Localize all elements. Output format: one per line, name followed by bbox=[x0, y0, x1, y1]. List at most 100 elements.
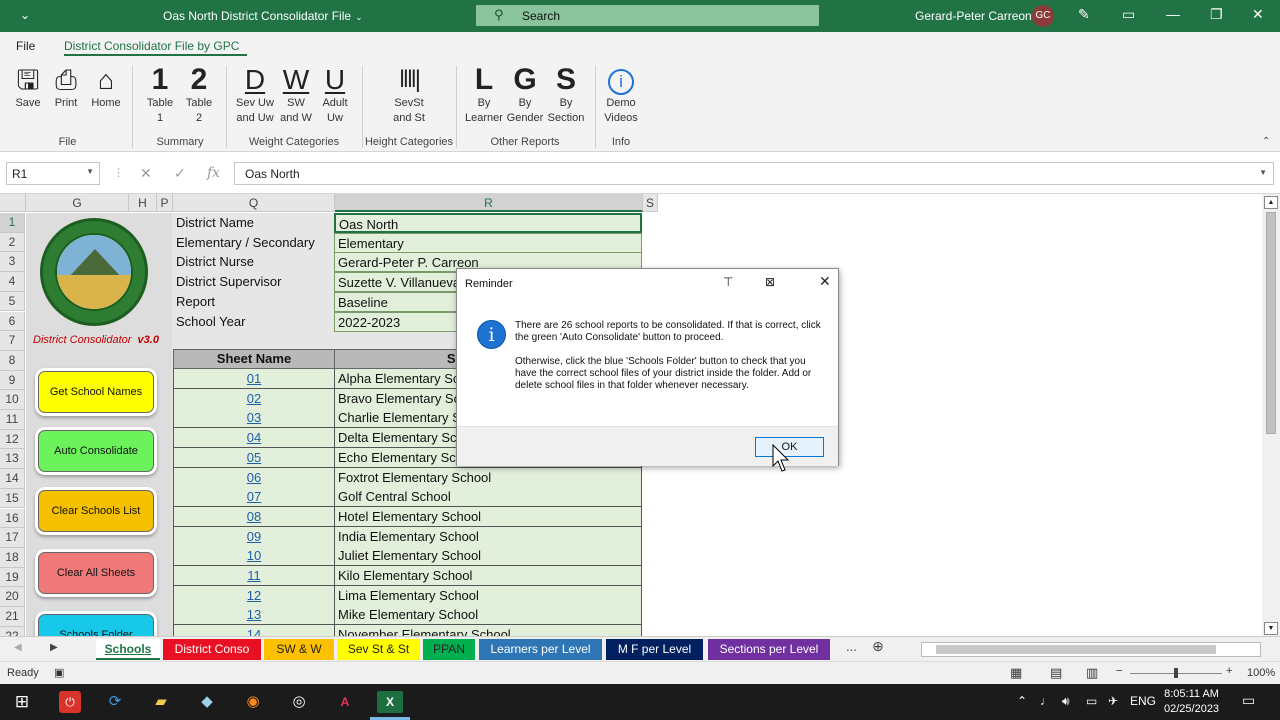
row-header[interactable]: 7 bbox=[0, 331, 25, 351]
row-header[interactable]: 1 bbox=[0, 213, 25, 233]
row-header[interactable]: 16 bbox=[0, 508, 25, 529]
sheet-tab[interactable]: M F per Level bbox=[606, 639, 703, 660]
panel-button[interactable]: Clear All Sheets bbox=[38, 552, 154, 594]
next-sheet-icon[interactable]: ▶ bbox=[50, 642, 58, 653]
more-sheets[interactable]: ... bbox=[846, 639, 857, 654]
row-header[interactable]: 15 bbox=[0, 488, 25, 509]
pin-icon[interactable]: ⊤ bbox=[723, 275, 733, 289]
minimize-icon[interactable]: — bbox=[1166, 6, 1180, 22]
row-header[interactable]: 11 bbox=[0, 410, 25, 430]
sheet-link[interactable]: 02 bbox=[173, 388, 335, 409]
enter-icon[interactable]: ✓ bbox=[174, 165, 186, 182]
sheet-tab[interactable]: PPAN bbox=[423, 639, 475, 660]
sevst-st-button[interactable]: ‖‖| SevSt and St bbox=[386, 64, 432, 126]
home-button[interactable]: ⌂ Home bbox=[87, 64, 125, 111]
row-header[interactable]: 19 bbox=[0, 567, 25, 588]
sheet-tab[interactable]: District Conso bbox=[163, 639, 261, 660]
row-header[interactable]: 22 bbox=[0, 626, 25, 636]
sheet-link[interactable]: 01 bbox=[173, 369, 335, 389]
quick-access-chevron-icon[interactable]: ⌄ bbox=[20, 8, 30, 22]
clock[interactable]: 8:05:11 AM 02/25/2023 bbox=[1164, 687, 1219, 717]
sheet-link[interactable]: 03 bbox=[173, 408, 335, 429]
page-break-icon[interactable]: ▥ bbox=[1086, 665, 1098, 681]
zoom-level[interactable]: 100% bbox=[1247, 667, 1275, 679]
zoom-out-icon[interactable]: − bbox=[1116, 665, 1122, 677]
school-name-cell[interactable]: Lima Elementary School bbox=[334, 585, 642, 606]
avatar[interactable]: GC bbox=[1032, 5, 1054, 27]
notes-icon[interactable]: ◆ bbox=[196, 691, 218, 713]
notifications-icon[interactable]: ▭ bbox=[1242, 692, 1255, 709]
row-header[interactable]: 18 bbox=[0, 547, 25, 568]
by-section-button[interactable]: S By Section bbox=[545, 64, 587, 126]
by-learner-button[interactable]: L By Learner bbox=[464, 64, 504, 126]
panel-button[interactable]: Clear Schools List bbox=[38, 490, 154, 532]
column-header[interactable]: P bbox=[157, 194, 173, 212]
info-value[interactable]: Elementary bbox=[334, 232, 642, 253]
row-header[interactable]: 13 bbox=[0, 449, 25, 470]
sheet-tab[interactable]: Learners per Level bbox=[479, 639, 602, 660]
row-header[interactable]: 17 bbox=[0, 528, 25, 548]
tray-expand-icon[interactable]: ⌃ bbox=[1017, 694, 1027, 708]
scroll-thumb[interactable] bbox=[1266, 212, 1276, 434]
add-sheet-icon[interactable]: ⊕ bbox=[872, 638, 884, 655]
row-header[interactable]: 9 bbox=[0, 370, 25, 391]
school-name-cell[interactable]: Kilo Elementary School bbox=[334, 566, 642, 586]
zoom-in-icon[interactable]: + bbox=[1226, 665, 1232, 677]
table-1-button[interactable]: 1 Table 1 bbox=[141, 64, 179, 126]
language-indicator[interactable]: ENG bbox=[1130, 694, 1156, 708]
pen-icon[interactable]: ✎ bbox=[1078, 6, 1090, 23]
ribbon-display-icon[interactable]: ▭ bbox=[1122, 6, 1135, 23]
demo-videos-button[interactable]: i Demo Videos bbox=[601, 64, 641, 126]
sheet-link[interactable]: 07 bbox=[173, 487, 335, 508]
sev-uw-button[interactable]: D Sev Uw and Uw bbox=[233, 64, 277, 126]
row-header[interactable]: 12 bbox=[0, 429, 25, 450]
sheet-tab[interactable]: Schools bbox=[96, 639, 160, 660]
table-2-button[interactable]: 2 Table 2 bbox=[180, 64, 218, 126]
formula-input[interactable]: Oas North ▼ bbox=[234, 162, 1274, 185]
sheet-tab[interactable]: SW & W bbox=[264, 639, 334, 660]
microphone-icon[interactable]: ♩ bbox=[1040, 694, 1052, 708]
zoom-slider-thumb[interactable] bbox=[1174, 668, 1178, 678]
prev-sheet-icon[interactable]: ◀ bbox=[14, 642, 22, 653]
school-name-cell[interactable]: India Elementary School bbox=[334, 526, 642, 547]
sheet-link[interactable]: 08 bbox=[173, 506, 335, 527]
restore-icon[interactable]: ❐ bbox=[1210, 6, 1223, 23]
row-header[interactable]: 14 bbox=[0, 469, 25, 489]
battery-icon[interactable]: ▭ bbox=[1086, 694, 1097, 708]
column-header[interactable]: G bbox=[26, 194, 129, 212]
sheet-link[interactable]: 10 bbox=[173, 546, 335, 567]
normal-view-icon[interactable]: ▦ bbox=[1010, 665, 1022, 681]
windows-start-icon[interactable]: ⊞ bbox=[11, 691, 33, 713]
panel-button[interactable]: Get School Names bbox=[38, 371, 154, 413]
name-box[interactable]: R1 ▼ bbox=[6, 162, 100, 185]
firefox-icon[interactable]: ◉ bbox=[242, 691, 264, 713]
search-box[interactable]: ⚲ Search bbox=[476, 5, 819, 26]
horizontal-scrollbar[interactable] bbox=[921, 642, 1261, 657]
sync-icon[interactable]: ⟳ bbox=[104, 691, 126, 713]
row-header[interactable]: 3 bbox=[0, 252, 25, 273]
column-header[interactable]: R bbox=[335, 194, 643, 212]
close-icon[interactable]: ✕ bbox=[819, 273, 831, 290]
tab-district-consolidator[interactable]: District Consolidator File by GPC bbox=[64, 39, 239, 53]
obs-icon[interactable]: ◎ bbox=[288, 691, 310, 713]
wifi-icon[interactable]: ✈ bbox=[1108, 694, 1118, 708]
vertical-scrollbar[interactable]: ▲ ▼ bbox=[1262, 194, 1280, 636]
column-header[interactable]: Q bbox=[173, 194, 335, 212]
school-name-cell[interactable]: Hotel Elementary School bbox=[334, 506, 642, 527]
row-header[interactable]: 5 bbox=[0, 291, 25, 312]
info-value[interactable]: Oas North bbox=[334, 213, 642, 233]
select-all-corner[interactable] bbox=[0, 194, 26, 212]
row-header[interactable]: 4 bbox=[0, 272, 25, 292]
sheet-link[interactable]: 12 bbox=[173, 585, 335, 606]
scroll-down-icon[interactable]: ▼ bbox=[1264, 622, 1278, 635]
panel-button[interactable]: Schools Folder bbox=[38, 614, 154, 636]
insert-function-icon[interactable]: fx bbox=[207, 165, 220, 181]
column-header[interactable]: S bbox=[643, 194, 658, 212]
sheet-link[interactable]: 05 bbox=[173, 447, 335, 468]
cancel-icon[interactable]: ✕ bbox=[140, 165, 152, 182]
school-name-cell[interactable]: Foxtrot Elementary School bbox=[334, 467, 642, 488]
print-button[interactable]: ⎙ Print bbox=[48, 64, 84, 111]
sheet-link[interactable]: 13 bbox=[173, 605, 335, 626]
school-name-cell[interactable]: Mike Elementary School bbox=[334, 605, 642, 626]
app-icon[interactable]: ⏻ bbox=[59, 691, 81, 713]
